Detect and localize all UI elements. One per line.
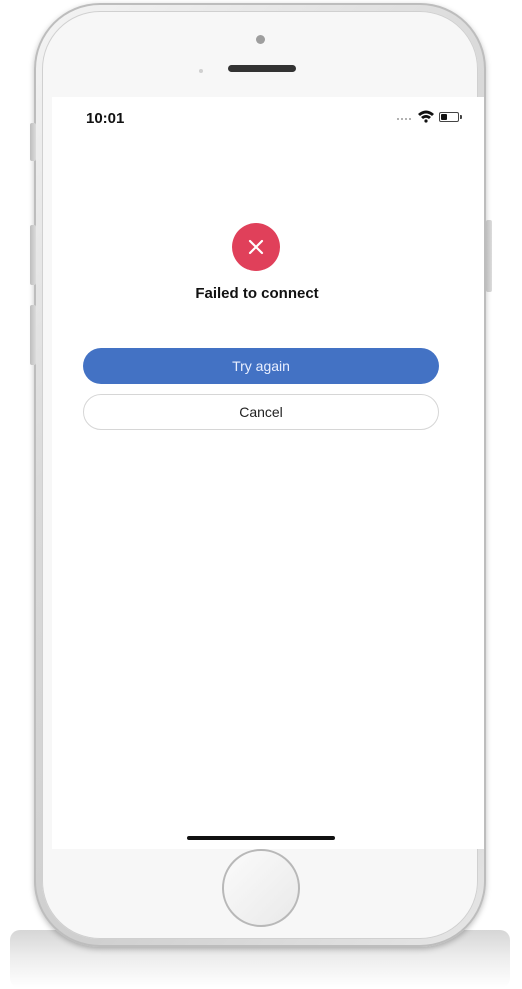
signal-dots-icon: [397, 117, 413, 121]
phone-screen: 10:01 Failed to connect Try again Cancel: [52, 97, 484, 849]
front-camera: [256, 35, 265, 44]
wifi-icon: [418, 110, 434, 123]
volume-down-button: [30, 305, 36, 365]
close-icon: [248, 239, 264, 255]
device-mockup-stage: 10:01 Failed to connect Try again Cancel: [0, 0, 522, 989]
proximity-sensor: [199, 69, 203, 73]
error-title: Failed to connect: [195, 285, 319, 302]
cancel-button[interactable]: Cancel: [83, 394, 439, 430]
power-button: [486, 220, 492, 292]
home-button[interactable]: [222, 849, 300, 927]
try-again-button[interactable]: Try again: [83, 348, 439, 384]
volume-up-button: [30, 225, 36, 285]
earpiece-speaker: [228, 65, 296, 72]
battery-icon: [439, 112, 459, 122]
status-bar: 10:01: [52, 97, 484, 141]
home-indicator-bar[interactable]: [187, 836, 335, 840]
battery-tip: [460, 115, 462, 119]
mute-switch: [30, 123, 36, 161]
battery-level: [441, 114, 448, 120]
status-time: 10:01: [86, 110, 125, 127]
error-x-icon: [232, 223, 280, 271]
